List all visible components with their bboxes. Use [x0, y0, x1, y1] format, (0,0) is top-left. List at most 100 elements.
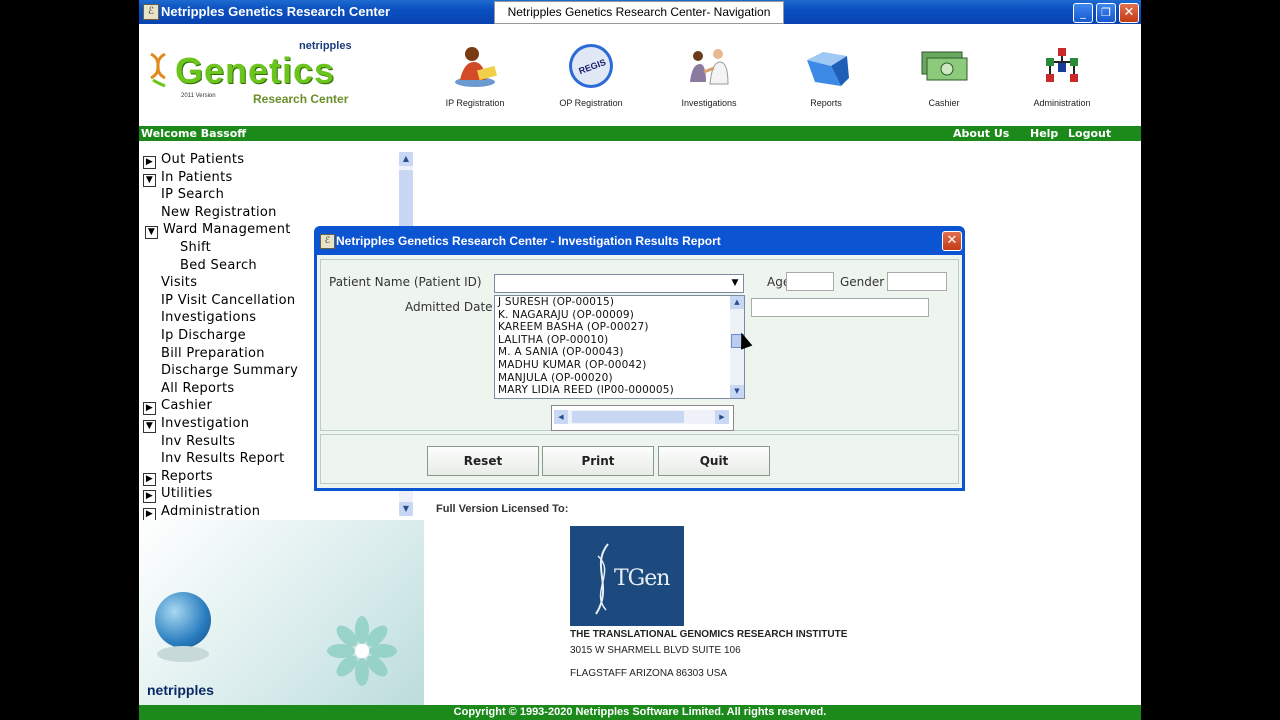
collapse-icon[interactable]: ▼ [143, 173, 156, 187]
minimize-button[interactable]: _ [1073, 3, 1093, 23]
about-us-link[interactable]: About Us [953, 127, 1009, 140]
admitted-date-field[interactable] [751, 298, 929, 317]
chevron-down-icon[interactable]: ▼ [728, 276, 742, 291]
tree-item[interactable]: Bill Preparation [161, 346, 265, 363]
tree-item-label: Shift [180, 240, 212, 255]
tree-item[interactable]: Inv Results [161, 434, 235, 451]
dropdown-option[interactable]: J SURESH (OP-00015) [495, 296, 744, 309]
tree-item[interactable]: ▶ Reports [143, 469, 213, 486]
dna-helix-icon [150, 52, 166, 88]
expand-icon[interactable]: ▶ [143, 490, 156, 504]
dropdown-option[interactable]: MADHU KUMAR (OP-00042) [495, 359, 744, 372]
nav-label: Reports [810, 98, 842, 108]
tree-item-label: Inv Results Report [161, 451, 285, 467]
expand-icon[interactable]: ▶ [143, 156, 156, 169]
results-list-box[interactable]: ◀ ▶ [551, 405, 734, 431]
scroll-up-icon[interactable]: ▲ [730, 296, 744, 309]
dialog-close-button[interactable]: ✕ [942, 231, 962, 251]
tree-item[interactable]: IP Visit Cancellation [161, 293, 295, 310]
dropdown-option[interactable]: LALITHA (OP-00010) [495, 334, 744, 347]
investigation-results-dialog: ℰ Netripples Genetics Research Center - … [314, 226, 965, 491]
tree-item-label: Visits [161, 275, 198, 291]
tree-item[interactable]: ▶ Utilities [143, 486, 213, 504]
collapse-icon[interactable]: ▼ [143, 420, 156, 433]
nav-administration[interactable]: Administration [1012, 42, 1112, 108]
tree-item-label: Investigation [161, 416, 250, 431]
application-window: ℰ Netripples Genetics Research Center Ne… [139, 0, 1141, 720]
globe-icon [155, 592, 211, 648]
age-field[interactable] [786, 272, 834, 291]
tree-item-label: All Reports [161, 380, 235, 396]
decorative-panel: netripples [139, 520, 424, 706]
tree-item-label: Out Patients [161, 152, 245, 167]
tree-item[interactable]: Discharge Summary [161, 363, 298, 380]
patient-name-select[interactable]: ▼ [494, 274, 744, 293]
quit-button[interactable]: Quit [658, 446, 770, 476]
dialog-body: Patient Name (Patient ID) ▼ Age Gender A… [317, 255, 962, 488]
tree-item[interactable]: ▼ Ward Management [145, 222, 291, 240]
tree-item[interactable]: Bed Search [180, 258, 257, 275]
genetics-logo: netripples Genetics 2011 Version Researc… [147, 40, 387, 110]
print-button[interactable]: Print [542, 446, 654, 476]
flower-icon [327, 616, 397, 686]
dropdown-option[interactable]: M. A SANIA (OP-00043) [495, 346, 744, 359]
navigation-title: Netripples Genetics Research Center- Nav… [494, 1, 784, 24]
tree-item-label: Reports [161, 468, 213, 484]
expand-icon[interactable]: ▶ [143, 402, 156, 416]
tree-item-label: In Patients [161, 169, 233, 185]
tree-item[interactable]: Visits [161, 275, 197, 292]
tree-item[interactable]: Ip Discharge [161, 328, 246, 345]
reset-button[interactable]: Reset [427, 446, 539, 476]
admitted-date-label: Admitted Date [405, 300, 493, 314]
tree-item[interactable]: Inv Results Report [161, 451, 284, 468]
nav-ip-registration[interactable]: IP Registration [425, 42, 525, 108]
nav-reports[interactable]: Reports [776, 42, 876, 108]
tree-item[interactable]: ▶ Administration [143, 504, 260, 521]
expand-icon[interactable]: ▶ [143, 472, 156, 486]
logout-link[interactable]: Logout [1068, 127, 1111, 140]
netripples-logo: netripples [147, 682, 214, 698]
close-button[interactable]: ✕ [1119, 3, 1139, 23]
dropdown-option[interactable]: MARY LIDIA REED (IP00-000005) [495, 384, 744, 397]
tree-item-label: Bill Preparation [161, 345, 265, 361]
tree-item[interactable]: ▶ Out Patients [143, 152, 244, 169]
scroll-left-icon[interactable]: ◀ [554, 410, 568, 424]
nav-op-registration[interactable]: REGIS OP Registration [541, 42, 641, 108]
app-icon: ℰ [143, 4, 159, 20]
scroll-down-icon[interactable]: ▼ [730, 385, 744, 398]
form-panel: Patient Name (Patient ID) ▼ Age Gender A… [320, 259, 959, 431]
gender-field[interactable] [887, 272, 947, 291]
tree-item[interactable]: ▼ Investigation [143, 416, 249, 433]
dropdown-option[interactable]: KAREEM BASHA (OP-00027) [495, 321, 744, 334]
tree-item[interactable]: New Registration [161, 205, 277, 222]
tree-item[interactable]: ▶ Cashier [143, 398, 212, 416]
tree-item[interactable]: All Reports [161, 381, 234, 398]
tree-item-label: Ip Discharge [161, 328, 246, 343]
cashier-icon [919, 42, 969, 92]
scroll-down-icon[interactable]: ▼ [399, 502, 413, 516]
patient-dropdown-list[interactable]: J SURESH (OP-00015) K. NAGARAJU (OP-00009… [494, 295, 745, 399]
scroll-up-icon[interactable]: ▲ [399, 152, 413, 166]
nav-investigations[interactable]: Investigations [659, 42, 759, 108]
tree-item-label: Investigations [161, 310, 257, 326]
welcome-text: Welcome Bassoff [141, 127, 247, 140]
dropdown-option[interactable]: K. NAGARAJU (OP-00009) [495, 309, 744, 322]
tree-item[interactable]: Investigations [161, 310, 256, 327]
op-registration-icon: REGIS [566, 42, 616, 92]
horizontal-scrollbar[interactable]: ◀ ▶ [554, 410, 729, 424]
window-titlebar[interactable]: ℰ Netripples Genetics Research Center Ne… [139, 0, 1141, 24]
nav-label: Administration [1033, 98, 1091, 108]
scroll-thumb[interactable] [572, 411, 684, 423]
tgen-logo: TGen [570, 526, 684, 626]
maximize-button[interactable]: ❐ [1096, 3, 1116, 23]
tree-item-label: New Registration [161, 204, 277, 220]
collapse-icon[interactable]: ▼ [145, 226, 158, 240]
help-link[interactable]: Help [1030, 127, 1058, 140]
tree-item[interactable]: Shift [180, 240, 211, 257]
tree-item[interactable]: IP Search [161, 187, 224, 204]
dropdown-option[interactable]: MANJULA (OP-00020) [495, 372, 744, 385]
scroll-right-icon[interactable]: ▶ [715, 410, 729, 424]
tree-item[interactable]: ▼ In Patients [143, 170, 233, 187]
nav-cashier[interactable]: Cashier [894, 42, 994, 108]
nav-label: OP Registration [559, 98, 623, 108]
